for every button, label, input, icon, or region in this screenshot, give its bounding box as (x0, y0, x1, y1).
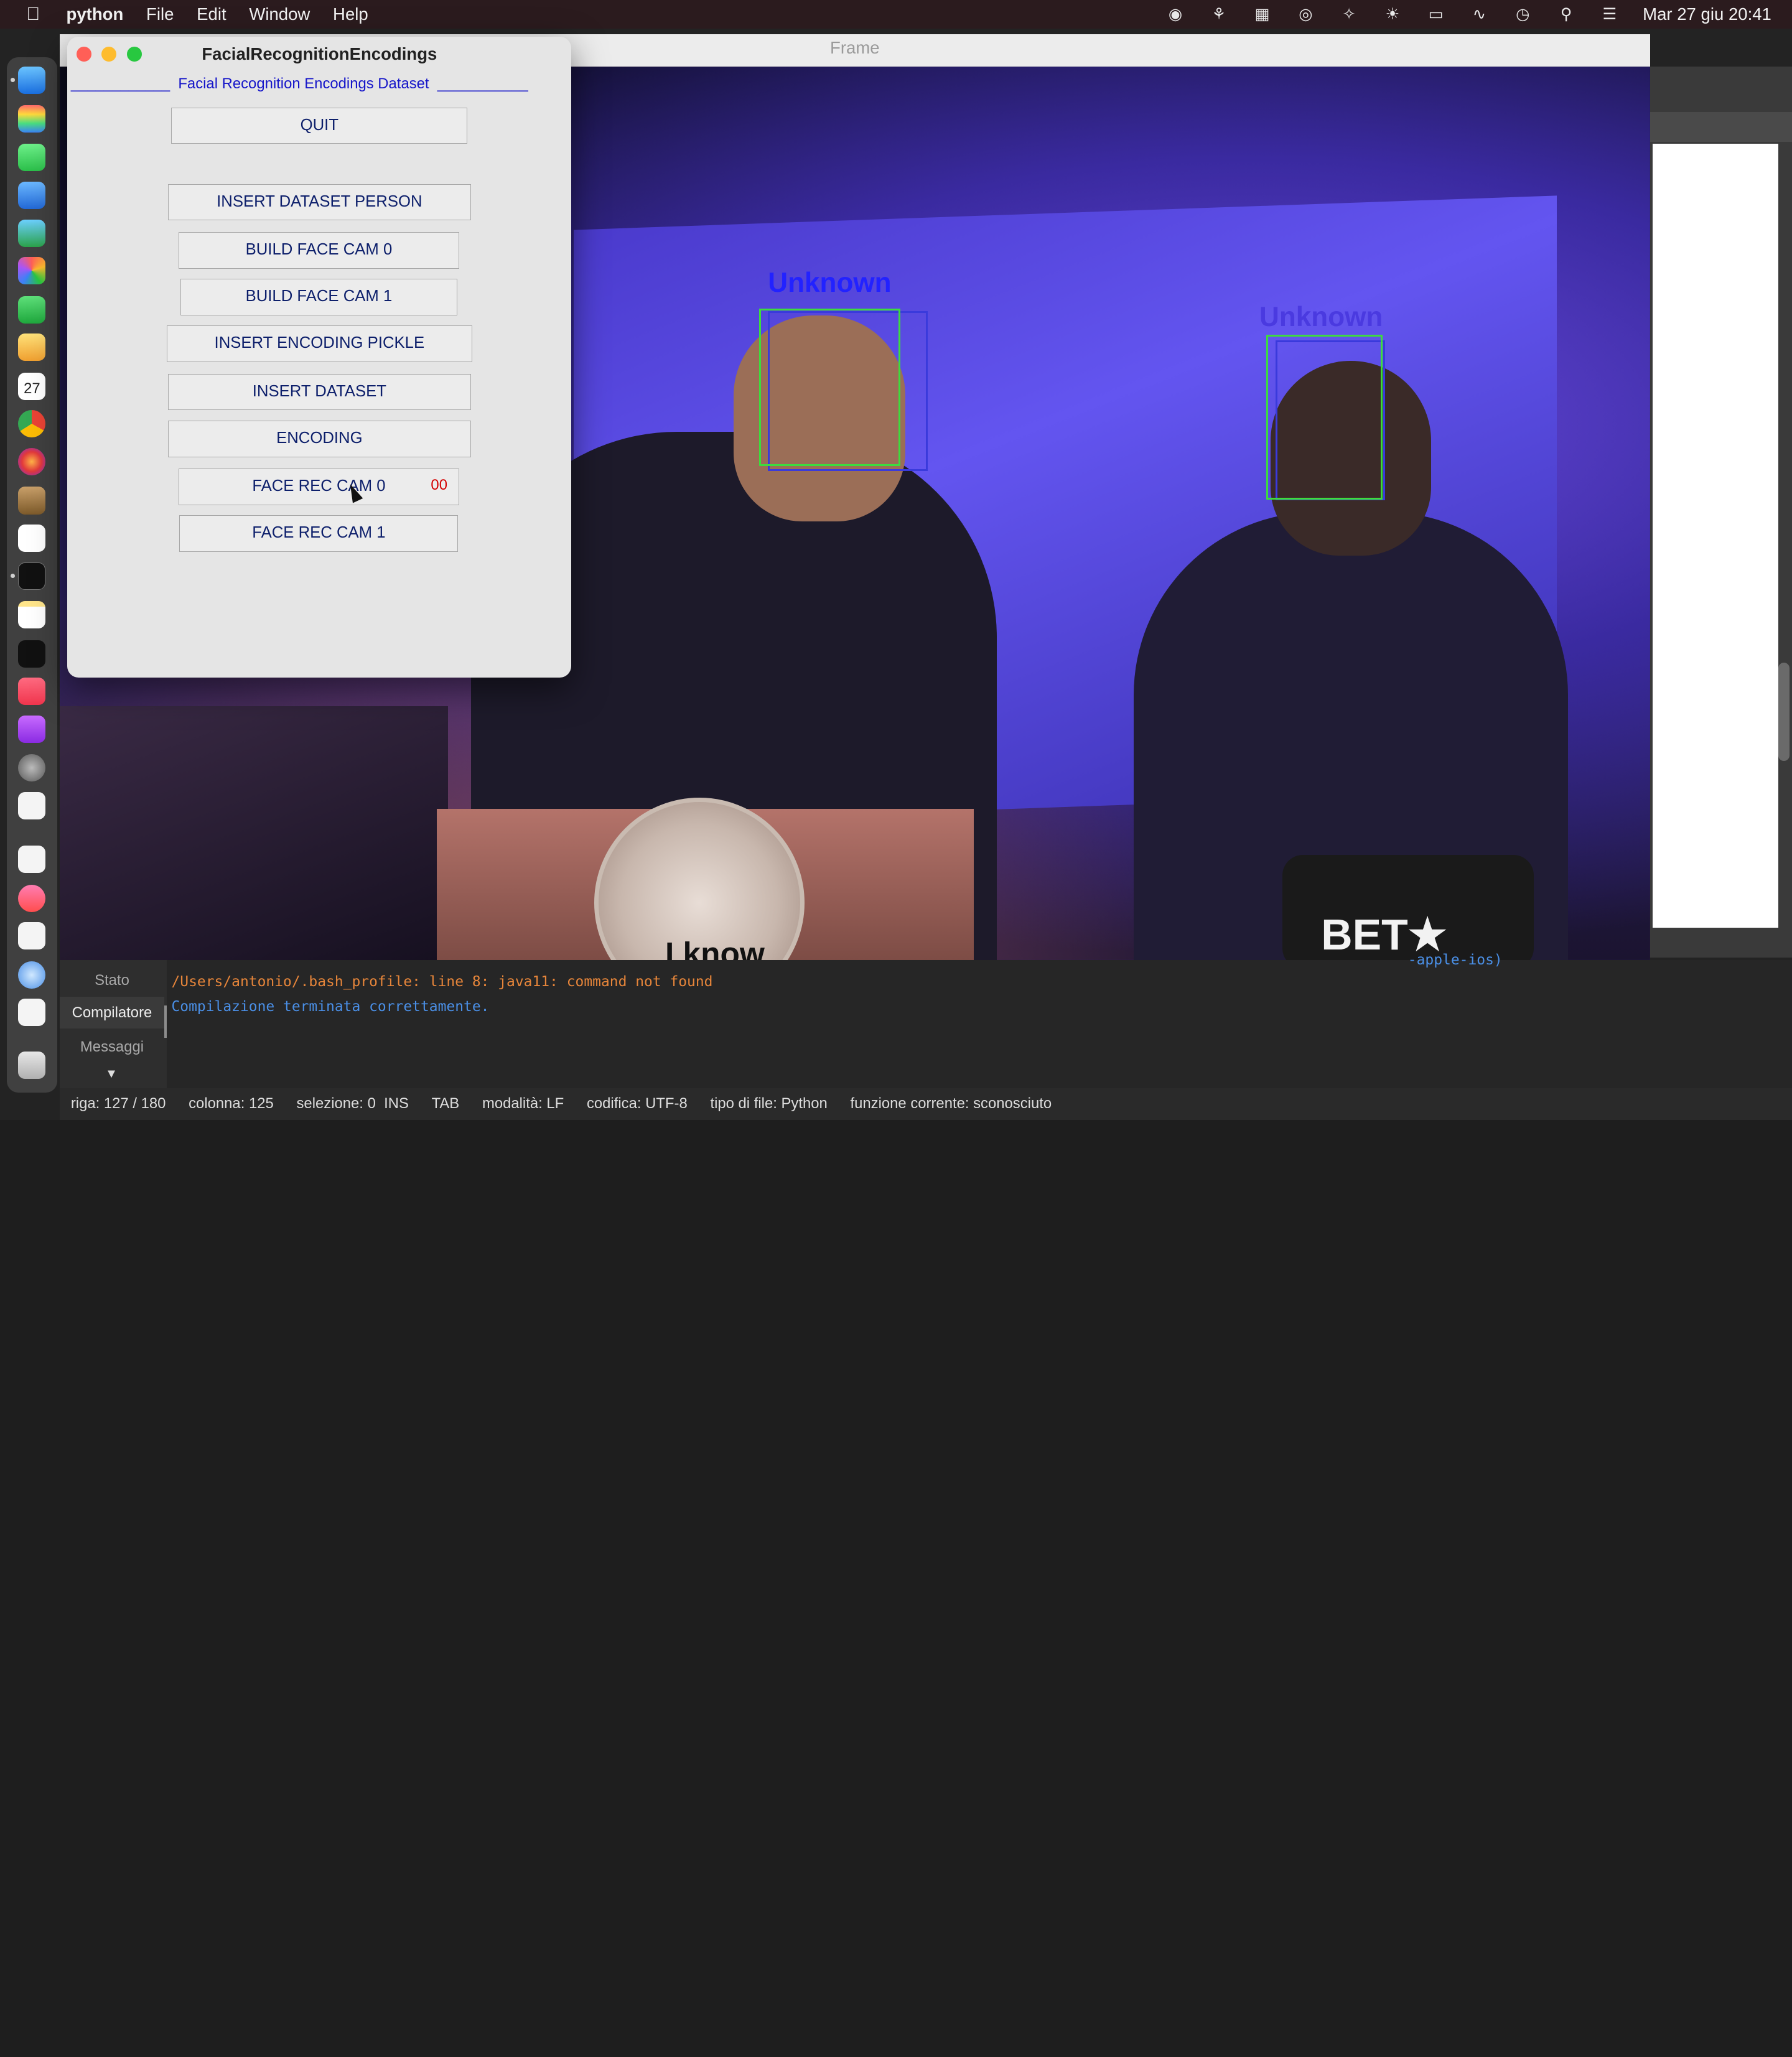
menu-window[interactable]: Window (238, 4, 322, 24)
encoding-button[interactable]: ENCODING (167, 420, 471, 457)
tk-window-title[interactable]: FacialRecognitionEncodings (67, 36, 572, 71)
maximize-icon[interactable] (126, 47, 142, 62)
menu-clock[interactable]: Mar 27 giu 20:41 (1631, 4, 1792, 24)
face-label-left: Unknown (768, 267, 892, 298)
reminders-icon[interactable] (18, 525, 46, 553)
status-line: riga: 127 / 180 (70, 1095, 166, 1112)
app-icon[interactable] (18, 334, 46, 361)
status-tab: TAB (431, 1095, 460, 1112)
tab-stato[interactable]: Stato (60, 964, 165, 996)
editor-area[interactable] (1652, 144, 1778, 928)
background-window-toolbar (1650, 111, 1792, 142)
build-face-cam-0-button[interactable]: BUILD FACE CAM 0 (178, 231, 460, 269)
face-box-green-left (758, 308, 901, 467)
preview-icon[interactable] (18, 791, 46, 819)
bluetooth-off-icon[interactable]: ✧ (1327, 5, 1371, 24)
face-box-green-right (1266, 335, 1383, 500)
tab-messaggi[interactable]: Messaggi (60, 1031, 165, 1063)
menu-edit[interactable]: Edit (185, 4, 238, 24)
control-center-icon[interactable]: ☰ (1588, 5, 1631, 24)
music-icon[interactable] (18, 678, 46, 706)
seal-caption: I know (665, 935, 765, 960)
menu-app-python[interactable]: python (67, 4, 135, 24)
editor-scrollbar[interactable] (1778, 663, 1790, 762)
face-label-right: Unknown (1259, 301, 1383, 332)
menu-bar:  python File Edit Window Help ◉ ⚘ ▦ ◎ ✧… (0, 0, 1792, 29)
insert-encoding-pickle-button[interactable]: INSERT ENCODING PICKLE (167, 325, 472, 363)
insert-dataset-button[interactable]: INSERT DATASET (167, 373, 471, 411)
document-icon[interactable] (18, 846, 46, 874)
desktop:  python File Edit Window Help ◉ ⚘ ▦ ◎ ✧… (0, 0, 1792, 1120)
messages-icon[interactable] (18, 144, 46, 172)
stage-equipment (59, 706, 448, 960)
running-indicator (10, 574, 15, 579)
build-face-cam-1-button[interactable]: BUILD FACE CAM 1 (180, 279, 457, 315)
b-app-icon[interactable]: ▦ (1241, 5, 1284, 24)
document-icon[interactable] (18, 999, 46, 1027)
log-success-line: Compilazione terminata correttamente. (171, 999, 490, 1015)
status-function: funzione corrente: sconosciuto (850, 1095, 1052, 1112)
close-icon[interactable] (77, 47, 91, 62)
brightness-icon[interactable]: ☀ (1371, 5, 1414, 24)
time-machine-icon[interactable]: ◷ (1501, 5, 1544, 24)
photos-icon[interactable] (18, 257, 46, 285)
log-error-line: /Users/antonio/.bash_profile: line 8: ja… (171, 973, 713, 990)
battery-icon[interactable]: ▭ (1414, 5, 1458, 24)
status-encoding: codifica: UTF-8 (586, 1095, 688, 1112)
trash-icon[interactable] (18, 1051, 46, 1079)
active-tab-indicator (164, 1005, 167, 1038)
app-icon[interactable] (18, 884, 46, 912)
ide-panel-tabs: Stato Compilatore Messaggi ▼ (59, 959, 167, 1088)
system-settings-icon[interactable] (18, 754, 46, 782)
textedit-icon[interactable] (18, 922, 46, 950)
insert-dataset-person-button[interactable]: INSERT DATASET PERSON (167, 184, 471, 221)
chevron-down-icon[interactable]: ▼ (105, 1067, 118, 1081)
status-column: colonna: 125 (189, 1095, 274, 1112)
quit-button[interactable]: QUIT (171, 107, 468, 144)
menu-help[interactable]: Help (322, 4, 380, 24)
face-rec-cam-1-button[interactable]: FACE REC CAM 1 (179, 515, 459, 553)
running-indicator (10, 77, 15, 83)
launchpad-icon[interactable] (18, 105, 46, 133)
screen-sharing-icon[interactable] (18, 961, 46, 989)
terminal-icon[interactable] (18, 562, 46, 590)
vpn-shield-icon[interactable]: ⚘ (1197, 5, 1241, 24)
record-icon[interactable]: ◉ (1154, 5, 1197, 24)
tab-compilatore[interactable]: Compilatore (59, 996, 165, 1028)
apple-tv-icon[interactable] (18, 640, 46, 668)
log-overflow-line: -apple-ios) (1407, 951, 1503, 968)
status-area: ◉ ⚘ ▦ ◎ ✧ ☀ ▭ ∿ ◷ ⚲ ☰ Mar 27 giu 20:41 (1154, 0, 1792, 29)
menu-file[interactable]: File (135, 4, 185, 24)
face-rec-cam-0-button[interactable]: FACE REC CAM 0 (178, 469, 460, 505)
firefox-icon[interactable] (18, 447, 46, 476)
notes-icon[interactable] (18, 601, 46, 629)
status-selection: selezione: 0 INS (296, 1095, 409, 1112)
finder-icon[interactable] (18, 66, 46, 94)
status-filetype: tipo di file: Python (710, 1095, 828, 1112)
status-mode: modalità: LF (482, 1095, 564, 1112)
chrome-icon[interactable] (18, 410, 46, 438)
wifi-icon[interactable]: ∿ (1458, 5, 1501, 24)
face-rec-counter: 00 (431, 476, 447, 493)
search-icon[interactable]: ⚲ (1544, 5, 1588, 24)
dataset-header: ____________ Facial Recognition Encoding… (70, 75, 528, 93)
podcasts-icon[interactable] (18, 715, 46, 743)
focus-icon[interactable]: ◎ (1284, 5, 1328, 24)
facetime-icon[interactable] (18, 296, 46, 324)
calendar-icon[interactable]: 27 (18, 372, 46, 400)
app-icon[interactable] (18, 487, 46, 515)
facial-recognition-window: FacialRecognitionEncodings ____________ … (67, 36, 572, 678)
calendar-day: 27 (24, 380, 40, 397)
maps-icon[interactable] (18, 219, 46, 247)
ide-message-panel: -apple-ios) Stato Compilatore Messaggi ▼… (59, 952, 1792, 1088)
mail-icon[interactable] (18, 182, 46, 210)
status-bar: riga: 127 / 180 colonna: 125 selezione: … (59, 1088, 1792, 1120)
apple-icon[interactable]:  (0, 4, 67, 25)
dock: 27 (7, 57, 57, 1093)
